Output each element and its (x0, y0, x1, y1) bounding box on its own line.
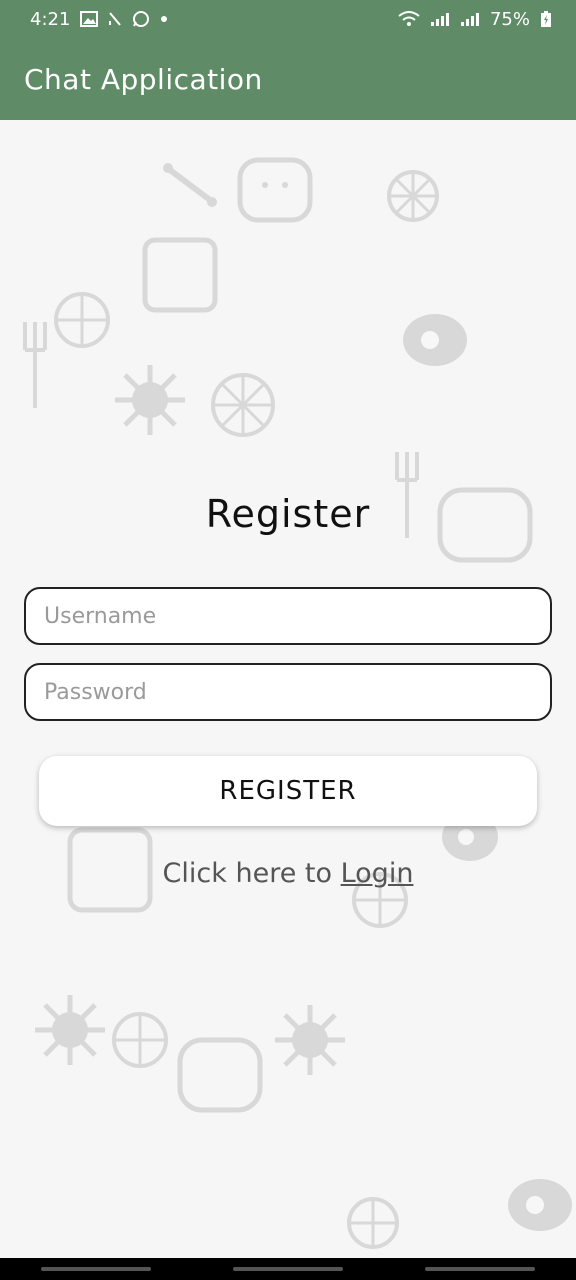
egg-doodle-icon (508, 1179, 572, 1231)
lime-slice-doodle-icon (211, 373, 275, 437)
signal-slash-icon (108, 11, 122, 27)
username-field[interactable] (24, 587, 552, 645)
password-input[interactable] (42, 678, 550, 706)
register-button-label: REGISTER (219, 776, 357, 806)
password-field[interactable] (24, 663, 552, 721)
wifi-icon (398, 11, 420, 27)
toast-doodle-icon (177, 1037, 263, 1113)
image-icon (80, 11, 99, 27)
lime-slice-doodle-icon (54, 292, 110, 348)
register-button[interactable]: REGISTER (39, 756, 537, 826)
splat-doodle-icon (275, 1005, 345, 1075)
battery-charging-icon (540, 10, 552, 28)
battery-percent: 75% (489, 8, 530, 30)
signal-icon (460, 11, 480, 27)
nav-back-button[interactable] (425, 1267, 535, 1271)
signal-icon (430, 11, 450, 27)
splat-doodle-icon (35, 995, 105, 1065)
register-title: Register (205, 492, 371, 536)
bone-doodle-icon (163, 163, 217, 207)
status-left: 4:21 (30, 9, 168, 30)
toast-doodle-icon (237, 157, 313, 223)
lime-slice-doodle-icon (387, 170, 439, 222)
fork-doodle-icon (23, 322, 47, 408)
whatsapp-icon (132, 10, 150, 28)
username-input[interactable] (42, 602, 550, 630)
login-prefix-text: Click here to (162, 858, 332, 889)
status-time: 4:21 (30, 8, 71, 30)
egg-doodle-icon (403, 314, 467, 366)
toast-doodle-icon (142, 237, 218, 313)
splat-doodle-icon (115, 365, 185, 435)
login-prompt: Click here to Login (0, 858, 576, 889)
app-title: Chat Application (24, 62, 263, 96)
login-link[interactable]: Login (341, 858, 414, 889)
app-bar: Chat Application (0, 38, 576, 120)
nav-recent-button[interactable] (41, 1267, 151, 1271)
lime-slice-doodle-icon (112, 1012, 168, 1068)
lime-slice-doodle-icon (347, 1197, 399, 1249)
system-nav-bar (0, 1258, 576, 1280)
dot-icon (160, 15, 168, 23)
status-bar: 4:21 75% (0, 0, 576, 38)
status-right: 75% (398, 9, 552, 30)
nav-home-button[interactable] (233, 1267, 343, 1271)
